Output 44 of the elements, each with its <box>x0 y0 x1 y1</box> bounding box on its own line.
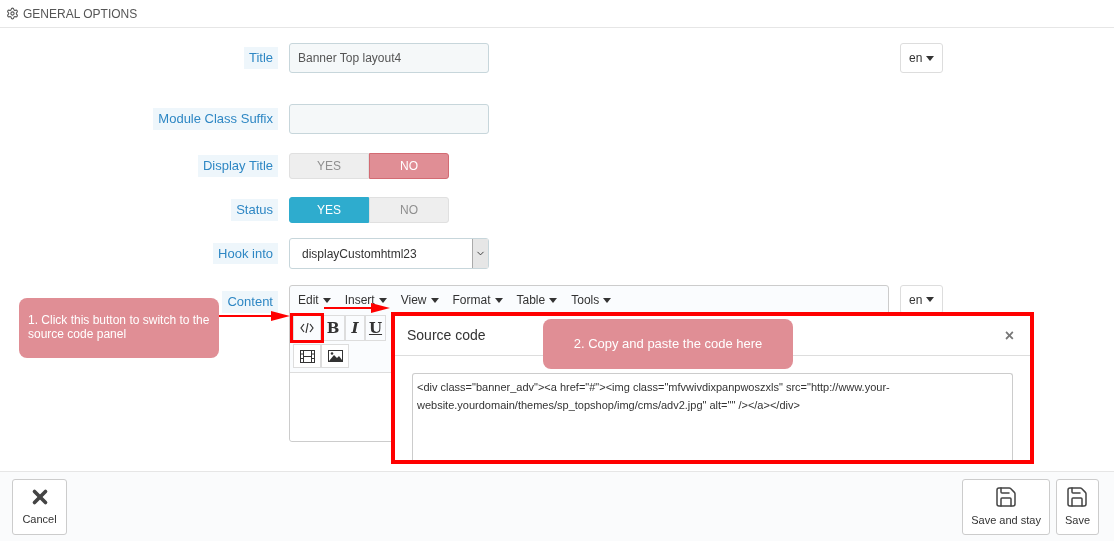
field-label: Title <box>243 47 278 69</box>
film-icon <box>299 349 315 363</box>
suffix-input[interactable] <box>289 104 489 134</box>
instruction-tooltip: 1. Click this button to switch to the source code panel <box>19 298 219 358</box>
dialog-title: Source code <box>407 326 486 345</box>
menu-item[interactable]: View <box>400 291 439 309</box>
caret-icon <box>603 297 612 303</box>
section-title: GENERAL OPTIONS <box>23 5 138 23</box>
toolbar-button[interactable] <box>293 315 321 341</box>
menu-item[interactable]: Format <box>452 291 503 309</box>
image-icon <box>327 350 343 362</box>
menu-item[interactable]: Tools <box>571 291 612 309</box>
toolbar-button[interactable]: B <box>321 315 345 341</box>
menu-item[interactable]: Edit <box>298 291 331 309</box>
toolbar-button[interactable] <box>293 344 321 368</box>
field-label: Content <box>222 291 278 313</box>
code-textarea[interactable]: <div class="banner_adv"><a href="#"><img class="mfvwivdixpanpwoszxls" src="http://www.your-website.yourdomain/themes/sp_topshop/img/cms/adv2.jpg" alt="" /></a></div> <box>412 373 1013 460</box>
toolbar-button[interactable]: U <box>365 315 386 341</box>
field-label: Module Class Suffix <box>153 108 278 130</box>
caret-icon <box>494 297 503 303</box>
language-dropdown[interactable]: en <box>900 43 944 73</box>
save-button[interactable]: Save and stay <box>962 478 1050 535</box>
arrow <box>219 309 290 323</box>
close-button[interactable]: × <box>1004 323 1014 348</box>
menu-item[interactable]: Table <box>516 291 558 309</box>
toolbar-button[interactable] <box>321 344 349 368</box>
caret-icon <box>926 297 935 302</box>
instruction-tooltip: 2. Copy and paste the code here <box>543 319 793 369</box>
code-icon <box>300 322 314 334</box>
caret-icon <box>430 297 439 303</box>
caret-icon <box>322 297 331 303</box>
save-icon <box>994 484 1019 509</box>
field-label: Status <box>231 199 278 221</box>
toolbar-button[interactable]: I <box>345 315 365 341</box>
hook-select[interactable]: displayCustomhtml23 <box>289 238 489 269</box>
highlight-frame <box>290 313 324 343</box>
field-label: Hook into <box>213 242 278 265</box>
field-label: Display Title <box>197 155 278 177</box>
caret-icon <box>926 55 935 61</box>
save-icon <box>1065 484 1090 509</box>
caret-icon <box>549 297 558 303</box>
title-input[interactable]: Banner Top layout4 <box>289 43 489 73</box>
cancel-button[interactable]: Cancel <box>12 478 67 535</box>
save-button[interactable]: Save <box>1055 478 1099 535</box>
